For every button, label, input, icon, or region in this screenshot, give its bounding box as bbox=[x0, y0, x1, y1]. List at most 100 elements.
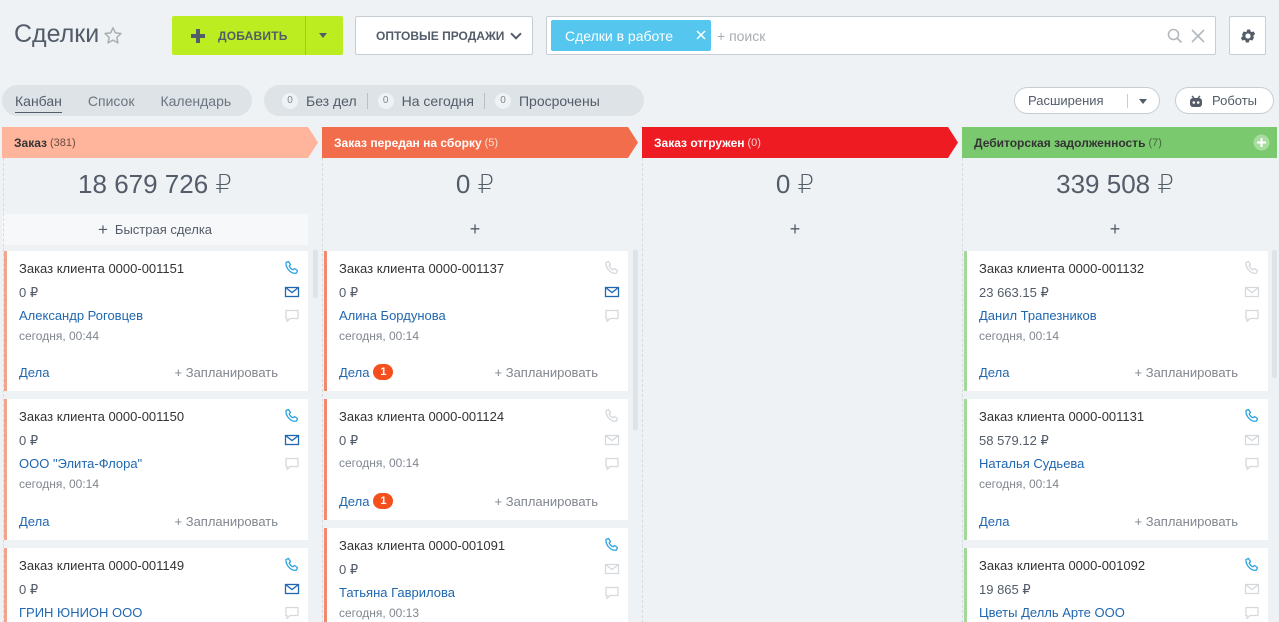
deal-activities-link[interactable]: Дела bbox=[979, 365, 1009, 380]
quick-deal-button[interactable]: + bbox=[322, 214, 628, 245]
stage-header[interactable]: Заказ (381) bbox=[2, 127, 76, 158]
add-menu-caret-icon[interactable] bbox=[319, 33, 327, 38]
deal-card[interactable]: Заказ клиента 0000-001091 0 ₽ Татьяна Га… bbox=[324, 528, 628, 622]
schedule-link[interactable]: + Запланировать bbox=[1135, 365, 1238, 380]
phone-icon[interactable] bbox=[1244, 557, 1260, 573]
deal-contact-link[interactable]: Татьяна Гаврилова bbox=[339, 585, 455, 600]
deal-activities-link[interactable]: Дела bbox=[979, 514, 1009, 529]
deal-contact-link[interactable]: Цветы Делль Арте ООО bbox=[979, 605, 1125, 620]
schedule-link[interactable]: + Запланировать bbox=[1135, 514, 1238, 529]
stage-header[interactable]: Дебиторская задолженность (7) bbox=[962, 127, 1162, 158]
mail-icon[interactable] bbox=[1244, 581, 1260, 597]
counter-overdue[interactable]: 0 Просрочены bbox=[494, 92, 600, 109]
deal-contact-link[interactable]: ООО "Элита-Флора" bbox=[19, 456, 142, 471]
phone-icon[interactable] bbox=[604, 537, 620, 553]
robots-button[interactable]: Роботы bbox=[1175, 87, 1274, 114]
deal-contact-link[interactable]: ГРИН ЮНИОН ООО bbox=[19, 605, 142, 620]
deal-card[interactable]: Заказ клиента 0000-001151 0 ₽ Александр … bbox=[4, 251, 308, 391]
filter-tag[interactable]: Сделки в работе bbox=[551, 20, 711, 51]
mail-icon[interactable] bbox=[284, 581, 300, 597]
phone-icon[interactable] bbox=[604, 408, 620, 424]
chevron-down-icon bbox=[510, 28, 522, 40]
extensions-caret-icon[interactable] bbox=[1139, 99, 1147, 104]
chat-icon[interactable] bbox=[1244, 308, 1260, 324]
tab-list[interactable]: Список bbox=[88, 93, 135, 109]
phone-icon[interactable] bbox=[1244, 408, 1260, 424]
kanban-column-shipped: Заказ отгружен (0) 0 ₽ + bbox=[642, 127, 958, 622]
deal-title[interactable]: Заказ клиента 0000-001151 bbox=[19, 261, 184, 276]
mail-icon[interactable] bbox=[284, 284, 300, 300]
deal-activities-link[interactable]: Дела 1 bbox=[339, 364, 394, 380]
column-scrollbar[interactable] bbox=[633, 250, 638, 430]
deal-contact-link[interactable]: Александр Роговцев bbox=[19, 308, 143, 323]
counter-no-activities[interactable]: 0 Без дел bbox=[282, 92, 357, 109]
schedule-link[interactable]: + Запланировать bbox=[175, 514, 278, 529]
deal-card[interactable]: Заказ клиента 0000-001149 0 ₽ ГРИН ЮНИОН… bbox=[4, 548, 308, 622]
stage-header[interactable]: Заказ отгружен (0) bbox=[642, 127, 761, 158]
phone-icon[interactable] bbox=[1244, 260, 1260, 276]
deal-card[interactable]: Заказ клиента 0000-001124 0 ₽ сегодня, 0… bbox=[324, 399, 628, 520]
deal-title[interactable]: Заказ клиента 0000-001132 bbox=[979, 261, 1144, 276]
mail-icon[interactable] bbox=[604, 284, 620, 300]
deal-card[interactable]: Заказ клиента 0000-001092 19 865 ₽ Цветы… bbox=[964, 548, 1268, 622]
extensions-button[interactable]: Расширения bbox=[1014, 87, 1160, 114]
chat-icon[interactable] bbox=[284, 605, 300, 621]
quick-deal-button[interactable]: + bbox=[642, 214, 948, 245]
clear-search-icon[interactable] bbox=[1190, 28, 1206, 44]
deal-title[interactable]: Заказ клиента 0000-001091 bbox=[339, 538, 505, 553]
schedule-link[interactable]: + Запланировать bbox=[175, 365, 278, 380]
chat-icon[interactable] bbox=[604, 308, 620, 324]
category-select-button[interactable]: ОПТОВЫЕ ПРОДАЖИ bbox=[355, 16, 533, 55]
schedule-link[interactable]: + Запланировать bbox=[495, 494, 598, 509]
deal-card[interactable]: Заказ клиента 0000-001132 23 663.15 ₽ Да… bbox=[964, 251, 1268, 391]
deal-activities-link[interactable]: Дела bbox=[19, 365, 49, 380]
chat-icon[interactable] bbox=[604, 456, 620, 472]
deal-card[interactable]: Заказ клиента 0000-001131 58 579.12 ₽ На… bbox=[964, 399, 1268, 540]
column-scrollbar[interactable] bbox=[313, 250, 318, 298]
phone-icon[interactable] bbox=[284, 557, 300, 573]
deal-card[interactable]: Заказ клиента 0000-001150 0 ₽ ООО "Элита… bbox=[4, 399, 308, 540]
mail-icon[interactable] bbox=[604, 432, 620, 448]
deal-contact-link[interactable]: Данил Трапезников bbox=[979, 308, 1097, 323]
tab-kanban[interactable]: Канбан bbox=[15, 93, 62, 113]
deal-title[interactable]: Заказ клиента 0000-001137 bbox=[339, 261, 504, 276]
mail-icon[interactable] bbox=[284, 432, 300, 448]
schedule-link[interactable]: + Запланировать bbox=[495, 365, 598, 380]
add-stage-icon[interactable] bbox=[1253, 134, 1270, 151]
deal-contact-link[interactable]: Алина Бордунова bbox=[339, 308, 446, 323]
chat-icon[interactable] bbox=[1244, 605, 1260, 621]
settings-button[interactable] bbox=[1229, 16, 1266, 55]
search-input[interactable] bbox=[717, 26, 1147, 46]
chat-icon[interactable] bbox=[284, 308, 300, 324]
phone-icon[interactable] bbox=[284, 260, 300, 276]
chat-icon[interactable] bbox=[604, 585, 620, 601]
mail-icon[interactable] bbox=[1244, 284, 1260, 300]
phone-icon[interactable] bbox=[284, 408, 300, 424]
chat-icon[interactable] bbox=[284, 456, 300, 472]
deal-title[interactable]: Заказ клиента 0000-001149 bbox=[19, 558, 184, 573]
counter-today[interactable]: 0 На сегодня bbox=[377, 92, 474, 109]
deal-title[interactable]: Заказ клиента 0000-001124 bbox=[339, 409, 504, 424]
deal-activities-link[interactable]: Дела 1 bbox=[339, 493, 394, 509]
search-icon[interactable] bbox=[1167, 28, 1183, 44]
mail-icon[interactable] bbox=[1244, 432, 1260, 448]
deal-activities-link[interactable]: Дела bbox=[19, 514, 49, 529]
filter-tag-remove-icon[interactable] bbox=[695, 28, 707, 42]
column-scrollbar[interactable] bbox=[1272, 250, 1277, 378]
tab-calendar[interactable]: Календарь bbox=[160, 93, 231, 109]
mail-icon[interactable] bbox=[604, 561, 620, 577]
deal-title[interactable]: Заказ клиента 0000-001092 bbox=[979, 558, 1145, 573]
deal-title[interactable]: Заказ клиента 0000-001150 bbox=[19, 409, 184, 424]
stage-header[interactable]: Заказ передан на сборку (5) bbox=[322, 127, 498, 158]
phone-icon[interactable] bbox=[604, 260, 620, 276]
deal-title[interactable]: Заказ клиента 0000-001131 bbox=[979, 409, 1144, 424]
add-deal-button[interactable]: ДОБАВИТЬ bbox=[172, 16, 343, 55]
deal-contact-link[interactable]: Наталья Судьева bbox=[979, 456, 1084, 471]
star-icon[interactable] bbox=[102, 25, 124, 47]
deal-card[interactable]: Заказ клиента 0000-001137 0 ₽ Алина Борд… bbox=[324, 251, 628, 391]
filter-search-box[interactable]: Сделки в работе bbox=[546, 16, 1216, 55]
quick-deal-button[interactable]: + bbox=[962, 214, 1268, 245]
quick-deal-button[interactable]: + Быстрая сделка bbox=[2, 214, 308, 245]
chat-icon[interactable] bbox=[1244, 456, 1260, 472]
activities-badge: 1 bbox=[373, 364, 394, 380]
